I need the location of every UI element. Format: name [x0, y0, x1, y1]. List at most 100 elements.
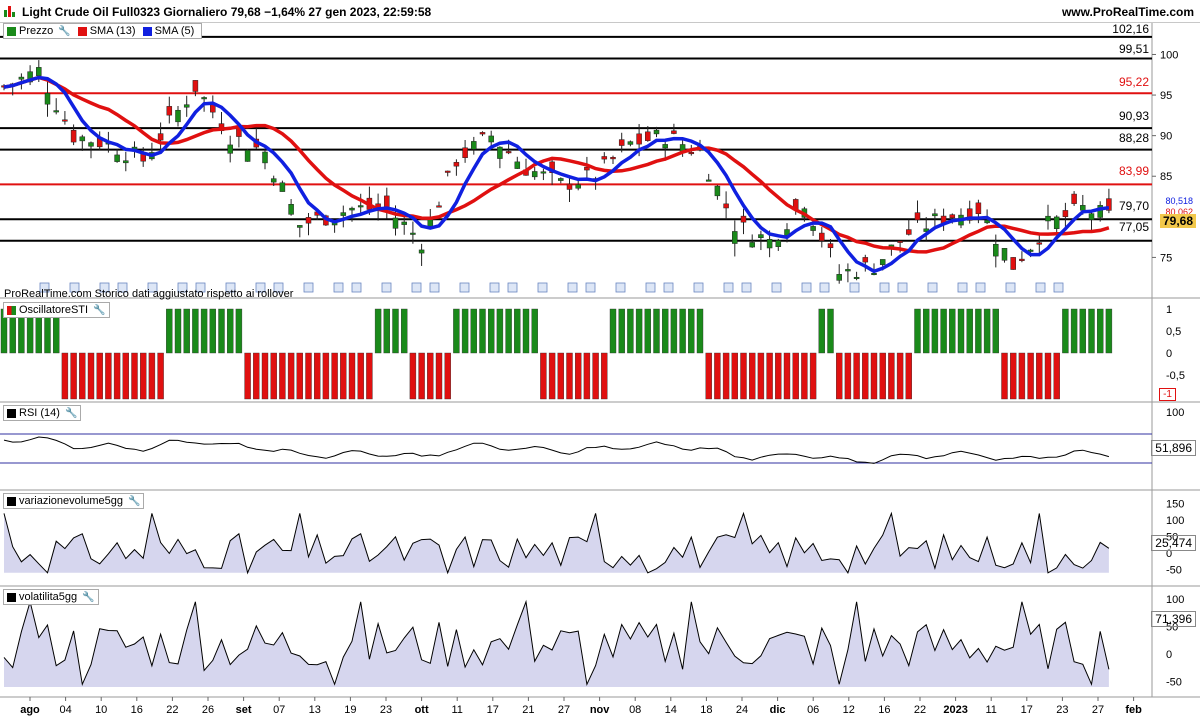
dividend-event-icon: [567, 282, 578, 293]
oscillator-bar: [218, 308, 225, 354]
candle-body: [53, 110, 59, 113]
dividend-event-icon: [927, 282, 938, 293]
oscillator-bar: [1079, 308, 1087, 354]
volatility-axis-label: 100: [1166, 594, 1184, 606]
candle-body: [340, 212, 347, 216]
x-axis-label: 18: [700, 704, 712, 716]
oscillator-bar: [757, 352, 765, 400]
x-axis-label: 22: [166, 704, 178, 716]
candle-body: [653, 129, 660, 135]
oscillator-bar: [548, 352, 556, 400]
candle-body: [349, 207, 355, 211]
legend-item-sma13[interactable]: SMA (13): [77, 25, 136, 37]
oscillator-bar: [722, 352, 730, 400]
oscillator-bar: [827, 308, 834, 354]
oscillator-bar: [226, 308, 234, 354]
dividend-event-icon: [897, 282, 908, 293]
oscillator-axis-label: -0,5: [1166, 370, 1185, 382]
dividend-event-icon: [741, 282, 752, 293]
rsi-axis-label: 100: [1166, 407, 1184, 419]
price-legend[interactable]: Prezzo 🔧 SMA (13) SMA (5): [3, 23, 203, 39]
oscillator-bar: [870, 352, 878, 400]
candle-body: [845, 269, 851, 272]
oscillator-bar: [679, 308, 686, 354]
oscillator-bar: [792, 352, 799, 400]
oscillator-bar: [749, 352, 756, 400]
x-axis-label: 13: [309, 704, 321, 716]
oscillator-bar: [601, 352, 608, 400]
oscillator-bar: [113, 352, 121, 400]
oscillator-bar: [340, 352, 347, 400]
oscillator-bar: [270, 352, 277, 400]
oscillator-bar: [96, 352, 103, 400]
candle-body: [836, 274, 842, 281]
oscillator-bar: [70, 352, 77, 400]
candle-body: [1062, 210, 1069, 217]
volume-variation-legend[interactable]: variazionevolume5gg 🔧: [3, 493, 145, 509]
legend-item-sma5[interactable]: SMA (5): [142, 25, 194, 37]
price-axis-label: 75: [1160, 252, 1172, 264]
oscillator-bar: [61, 352, 69, 400]
dividend-event-icon: [975, 282, 986, 293]
volatility-axis-label: 0: [1166, 649, 1172, 661]
oscillator-bar: [618, 308, 625, 354]
oscillator-bar: [200, 308, 208, 354]
oscillator-bar: [357, 352, 364, 400]
oscillator-bar: [174, 308, 182, 354]
candle-body: [688, 152, 695, 155]
oscillator-bar: [427, 352, 434, 400]
x-axis-label: 23: [1056, 704, 1068, 716]
oscillator-bar: [957, 308, 965, 354]
legend-label: variazionevolume5gg: [19, 495, 123, 507]
oscillator-bar: [592, 352, 599, 400]
candle-body: [575, 184, 581, 189]
x-axis-label: 16: [878, 704, 890, 716]
candle-body: [618, 139, 625, 146]
volume-axis-label: 150: [1166, 499, 1184, 511]
oscillator-bar: [992, 308, 999, 354]
wrench-icon[interactable]: 🔧: [65, 408, 77, 419]
dividend-event-icon: [507, 282, 518, 293]
x-axis-label: 24: [736, 704, 748, 716]
wrench-icon[interactable]: 🔧: [82, 592, 94, 603]
x-axis-label: 2023: [943, 704, 967, 716]
oscillator-bar: [949, 308, 956, 354]
oscillator-bar: [314, 352, 321, 400]
oscillator-bar: [148, 352, 156, 400]
rsi-legend[interactable]: RSI (14) 🔧: [3, 405, 82, 421]
wrench-icon[interactable]: 🔧: [58, 26, 70, 37]
candle-body: [540, 171, 547, 174]
wrench-icon[interactable]: 🔧: [93, 305, 105, 316]
oscillator-bar: [261, 352, 269, 400]
x-axis-label: 10: [95, 704, 107, 716]
volume-axis-label: -50: [1166, 565, 1182, 577]
volatility-legend[interactable]: volatilita5gg 🔧: [3, 589, 99, 605]
candle-body: [879, 259, 886, 265]
oscillator-bar: [105, 352, 112, 400]
brand-link[interactable]: www.ProRealTime.com: [1062, 5, 1194, 19]
oscillator-bar: [983, 308, 991, 354]
candle-body: [531, 171, 538, 178]
candle-body: [505, 151, 512, 154]
sma13-color-swatch: [77, 26, 87, 36]
dividend-event-icon: [645, 282, 656, 293]
dividend-event-icon: [801, 282, 812, 293]
oscillator-bar: [166, 308, 173, 354]
x-axis-label: 17: [1021, 704, 1033, 716]
candle-body: [1019, 258, 1025, 261]
oscillator-bar: [844, 352, 852, 400]
oscillator-bar: [557, 352, 564, 400]
oscillator-bar: [122, 352, 130, 400]
oscillator-bar: [801, 352, 808, 400]
wrench-icon[interactable]: 🔧: [128, 496, 140, 507]
x-axis-label: ago: [20, 704, 40, 716]
rsi-last-value: 51,896: [1151, 440, 1196, 456]
dividend-event-icon: [693, 282, 704, 293]
oscillator-bar: [479, 308, 486, 354]
legend-item-price[interactable]: Prezzo 🔧: [7, 25, 71, 37]
candle-body: [949, 214, 956, 219]
oscillator-legend[interactable]: OscillatoreSTI 🔧: [3, 302, 110, 318]
candle-body: [157, 133, 164, 141]
oscillator-bar: [383, 308, 390, 354]
candle-body: [392, 217, 399, 229]
